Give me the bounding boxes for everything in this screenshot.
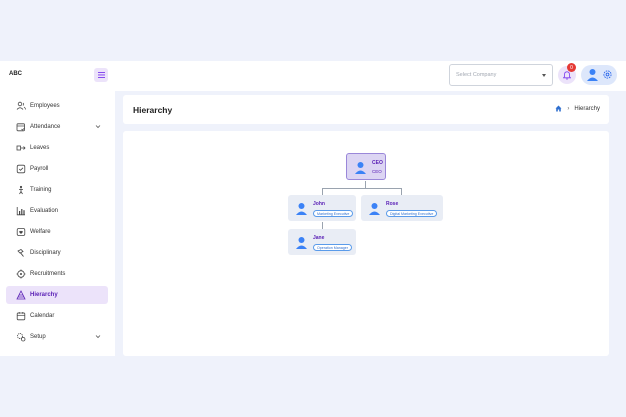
avatar-icon — [296, 237, 307, 249]
main-area: Hierarchy › Hierarchy CEO CEO John Marke… — [115, 91, 626, 356]
company-select[interactable]: Select Company — [449, 64, 553, 86]
sidebar: Employees Attendance Leaves Payroll Trai… — [0, 91, 115, 356]
calendar-check-icon — [16, 123, 25, 132]
home-icon[interactable] — [555, 105, 562, 112]
sidebar-item-leaves[interactable]: Leaves — [6, 139, 108, 157]
node-role-badge: Operation Manager — [313, 244, 352, 251]
recruit-icon — [16, 269, 26, 279]
chevron-down-icon — [95, 125, 101, 129]
sidebar-item-label: Disciplinary — [30, 250, 61, 256]
sidebar-item-label: Hierarchy — [30, 292, 58, 298]
org-chart-panel: CEO CEO John Marketing Executive Rose Di… — [123, 131, 609, 356]
training-icon — [19, 185, 23, 195]
page-header: Hierarchy › Hierarchy — [123, 95, 609, 124]
chevron-right-icon: › — [567, 105, 570, 112]
brand-logo: ABC — [9, 71, 22, 77]
connector-line — [322, 188, 323, 195]
node-name: John — [313, 201, 325, 207]
avatar-icon — [369, 203, 380, 215]
sidebar-item-label: Payroll — [30, 166, 49, 172]
node-name: Rose — [386, 201, 399, 207]
payroll-icon — [16, 164, 26, 174]
welfare-icon — [16, 228, 26, 236]
sidebar-item-label: Setup — [30, 334, 46, 340]
connector-line — [322, 188, 402, 189]
sidebar-item-employees[interactable]: Employees — [6, 97, 108, 115]
node-name: CEO — [372, 160, 383, 166]
sidebar-item-payroll[interactable]: Payroll — [6, 160, 108, 178]
node-role-badge: Marketing Executive — [313, 210, 354, 217]
sidebar-item-label: Leaves — [30, 145, 50, 151]
breadcrumb: › Hierarchy — [555, 105, 600, 112]
calendar-icon — [16, 312, 26, 321]
connector-line — [401, 188, 402, 195]
sidebar-item-evaluation[interactable]: Evaluation — [6, 202, 108, 220]
company-select-placeholder: Select Company — [456, 72, 497, 78]
org-node-jane[interactable]: Jane Operation Manager — [288, 229, 356, 255]
hierarchy-icon — [16, 290, 26, 300]
breadcrumb-current: Hierarchy — [574, 105, 600, 112]
sidebar-item-calendar[interactable]: Calendar — [6, 307, 108, 325]
menu-toggle-button[interactable] — [94, 68, 108, 82]
sidebar-item-label: Calendar — [30, 313, 55, 319]
sidebar-item-attendance[interactable]: Attendance — [6, 118, 108, 136]
sidebar-item-label: Attendance — [30, 124, 61, 130]
org-node-john[interactable]: John Marketing Executive — [288, 195, 356, 221]
sidebar-item-welfare[interactable]: Welfare — [6, 223, 108, 241]
connector-line — [365, 181, 366, 188]
node-name: Jane — [313, 235, 325, 241]
connector-line — [322, 222, 323, 229]
avatar-icon — [587, 69, 598, 81]
gear-icon[interactable] — [602, 69, 613, 80]
sidebar-item-training[interactable]: Training — [6, 181, 108, 199]
sidebar-item-label: Evaluation — [30, 208, 59, 214]
hamburger-icon — [97, 72, 105, 78]
sidebar-item-setup[interactable]: Setup — [6, 328, 108, 346]
app-window: ABC Select Company 0 Employees Attendanc… — [0, 61, 626, 356]
leave-icon — [16, 145, 26, 151]
node-role-badge: Digital Marketing Executive — [386, 210, 438, 217]
sidebar-item-label: Recruitments — [30, 271, 66, 277]
node-role: CEO — [372, 169, 382, 174]
users-icon — [16, 101, 26, 110]
page-title: Hierarchy — [133, 105, 173, 115]
avatar-icon — [296, 203, 307, 215]
org-node-rose[interactable]: Rose Digital Marketing Executive — [361, 195, 443, 221]
notification-badge: 0 — [567, 63, 576, 72]
user-menu[interactable] — [581, 65, 617, 85]
avatar-icon — [355, 162, 366, 174]
setup-icon — [17, 333, 26, 342]
disciplinary-icon — [17, 249, 24, 257]
sidebar-item-hierarchy[interactable]: Hierarchy — [6, 286, 108, 304]
sidebar-item-disciplinary[interactable]: Disciplinary — [6, 244, 108, 262]
chart-icon — [16, 207, 25, 216]
org-node-ceo[interactable]: CEO CEO — [346, 153, 386, 180]
sidebar-item-label: Welfare — [30, 229, 51, 235]
sidebar-item-recruitments[interactable]: Recruitments — [6, 265, 108, 283]
sidebar-item-label: Training — [30, 187, 52, 193]
chevron-down-icon — [542, 74, 546, 77]
top-bar: ABC Select Company 0 — [0, 61, 626, 91]
chevron-down-icon — [95, 335, 101, 339]
sidebar-item-label: Employees — [30, 103, 60, 109]
